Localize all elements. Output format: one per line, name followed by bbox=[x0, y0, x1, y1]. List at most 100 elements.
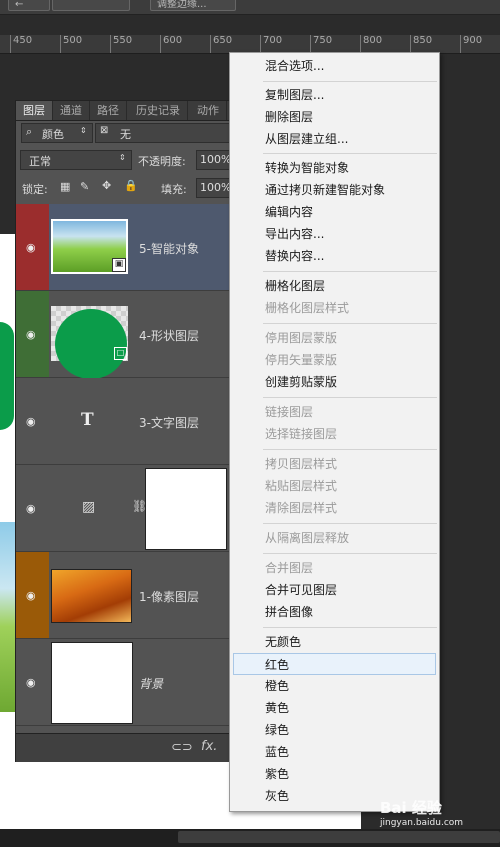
canvas-photo bbox=[0, 522, 16, 712]
layer-name: 1-像素图层 bbox=[139, 590, 199, 604]
menu-item[interactable]: 橙色 bbox=[230, 675, 439, 697]
eye-icon[interactable]: ◉ bbox=[26, 502, 36, 515]
tab-paths[interactable]: 路径 bbox=[90, 101, 127, 120]
canvas-green-shape bbox=[0, 322, 14, 430]
lock-brush-icon[interactable]: ✎ bbox=[80, 180, 89, 193]
menu-item[interactable]: 粘贴图层样式 bbox=[230, 475, 439, 497]
layer-row[interactable]: ◉ T 3-文字图层 bbox=[16, 378, 238, 465]
menu-separator bbox=[263, 397, 437, 398]
menu-item[interactable]: 清除图层样式 bbox=[230, 497, 439, 519]
ruler-tick: 750 bbox=[310, 35, 332, 53]
menu-item[interactable]: 从隔离图层释放 bbox=[230, 527, 439, 549]
eye-icon[interactable]: ◉ bbox=[26, 241, 36, 254]
layer-thumbnail bbox=[51, 569, 132, 623]
lock-move-icon[interactable]: ✥ bbox=[102, 179, 111, 192]
layer-row[interactable]: ◉ 1-像素图层 bbox=[16, 552, 238, 639]
menu-item[interactable]: 导出内容... bbox=[230, 223, 439, 245]
shape-vector-icon: □ bbox=[114, 347, 127, 360]
ruler-tick: 450 bbox=[10, 35, 32, 53]
layer-row[interactable]: ◉ ▣ 5-智能对象 bbox=[16, 204, 238, 291]
ruler-tick: 900 bbox=[460, 35, 482, 53]
close-icon: ⊠ bbox=[100, 125, 109, 136]
smart-object-icon: ▣ bbox=[112, 258, 126, 272]
menu-item[interactable]: 黄色 bbox=[230, 697, 439, 719]
menu-item[interactable]: 选择链接图层 bbox=[230, 423, 439, 445]
blend-mode-value: 正常 bbox=[29, 155, 51, 168]
menu-item[interactable]: 无颜色 bbox=[230, 631, 439, 653]
ruler-tick: 800 bbox=[360, 35, 382, 53]
document-tab-area bbox=[0, 15, 500, 35]
panel-tabs: 图层 通道 路径 历史记录 动作 bbox=[16, 101, 238, 121]
updown-icon: ⇕ bbox=[119, 153, 126, 162]
eye-icon[interactable]: ◉ bbox=[26, 415, 36, 428]
ruler-tick: 850 bbox=[410, 35, 432, 53]
menu-item[interactable]: 通过拷贝新建智能对象 bbox=[230, 179, 439, 201]
lock-all-icon[interactable]: 🔒 bbox=[124, 179, 138, 192]
eye-icon[interactable]: ◉ bbox=[26, 328, 36, 341]
layer-row[interactable]: ◉ ▨ ⛓ bbox=[16, 465, 238, 552]
menu-item[interactable]: 紫色 bbox=[230, 763, 439, 785]
fx-button[interactable]: fx. bbox=[201, 739, 217, 754]
opacity-label: 不透明度: bbox=[138, 155, 186, 168]
menu-item[interactable]: 绿色 bbox=[230, 719, 439, 741]
fill-value: 100% bbox=[200, 181, 232, 194]
search-icon: ⌕ bbox=[26, 125, 33, 138]
menu-item[interactable]: 删除图层 bbox=[230, 106, 439, 128]
menu-separator bbox=[263, 153, 437, 154]
eye-icon[interactable]: ◉ bbox=[26, 589, 36, 602]
blend-mode-select[interactable]: 正常 ⇕ bbox=[20, 150, 132, 170]
lock-transparent-icon[interactable]: ▦ bbox=[60, 180, 70, 193]
menu-item[interactable]: 停用图层蒙版 bbox=[230, 327, 439, 349]
back-arrow-button[interactable]: ← bbox=[8, 0, 50, 11]
fill-label: 填充: bbox=[161, 183, 187, 196]
layer-name: 背景 bbox=[139, 677, 164, 691]
updown-icon: ⇕ bbox=[80, 126, 87, 135]
layer-row[interactable]: ◉ □ 4-形状图层 bbox=[16, 291, 238, 379]
menu-separator bbox=[263, 449, 437, 450]
filter-type-select[interactable]: ⌕ 颜色 ⇕ bbox=[21, 123, 93, 143]
menu-item[interactable]: 拼合图像 bbox=[230, 601, 439, 623]
menu-item[interactable]: 创建剪贴蒙版 bbox=[230, 371, 439, 393]
tab-actions[interactable]: 动作 bbox=[190, 101, 227, 120]
opacity-value: 100% bbox=[200, 153, 232, 166]
tab-channels[interactable]: 通道 bbox=[53, 101, 90, 120]
link-layers-icon[interactable]: ⊂⊃ bbox=[171, 740, 193, 755]
layers-panel: 图层 通道 路径 历史记录 动作 ⌕ 颜色 ⇕ ⊠ 无 正常 ⇕ 不透明度: 1… bbox=[15, 100, 239, 762]
layer-row[interactable]: ◉ 背景 bbox=[16, 639, 238, 726]
menu-item-red[interactable]: 红色 bbox=[233, 653, 436, 675]
layer-mask-thumbnail bbox=[145, 468, 227, 550]
tab-history[interactable]: 历史记录 bbox=[129, 101, 188, 120]
adjustment-layer-icon: ▨ bbox=[82, 499, 96, 515]
menu-item[interactable]: 栅格化图层样式 bbox=[230, 297, 439, 319]
layer-thumbnail: ▣ bbox=[51, 219, 128, 274]
menu-item[interactable]: 复制图层... bbox=[230, 84, 439, 106]
menu-item[interactable]: 合并可见图层 bbox=[230, 579, 439, 601]
lock-label: 锁定: bbox=[22, 183, 48, 196]
ruler-tick: 600 bbox=[160, 35, 182, 53]
menu-separator bbox=[263, 553, 437, 554]
panel-footer: ⊂⊃ fx. bbox=[16, 733, 238, 762]
menu-item[interactable]: 蓝色 bbox=[230, 741, 439, 763]
menu-item[interactable]: 停用矢量蒙版 bbox=[230, 349, 439, 371]
options-bar: ← 调整边缘... bbox=[0, 0, 500, 15]
menu-item[interactable]: 转换为智能对象 bbox=[230, 157, 439, 179]
options-button[interactable] bbox=[52, 0, 130, 11]
menu-item[interactable]: 从图层建立组... bbox=[230, 128, 439, 150]
text-layer-icon: T bbox=[81, 410, 94, 430]
menu-item[interactable]: 链接图层 bbox=[230, 401, 439, 423]
layer-thumbnail bbox=[51, 642, 133, 724]
tab-layers[interactable]: 图层 bbox=[16, 101, 53, 120]
menu-item[interactable]: 编辑内容 bbox=[230, 201, 439, 223]
menu-item[interactable]: 合并图层 bbox=[230, 557, 439, 579]
refine-edge-button[interactable]: 调整边缘... bbox=[150, 0, 236, 11]
watermark-url: jingyan.baidu.com bbox=[380, 818, 464, 828]
menu-item[interactable]: 替换内容... bbox=[230, 245, 439, 267]
watermark-main: Bai 经验 bbox=[380, 799, 442, 817]
filter-value-select[interactable]: ⊠ 无 bbox=[95, 123, 237, 143]
eye-icon[interactable]: ◉ bbox=[26, 676, 36, 689]
menu-item[interactable]: 栅格化图层 bbox=[230, 275, 439, 297]
layer-name: 3-文字图层 bbox=[139, 416, 199, 430]
menu-item[interactable]: 混合选项... bbox=[230, 55, 439, 77]
layer-name: 4-形状图层 bbox=[139, 329, 199, 343]
menu-item[interactable]: 拷贝图层样式 bbox=[230, 453, 439, 475]
